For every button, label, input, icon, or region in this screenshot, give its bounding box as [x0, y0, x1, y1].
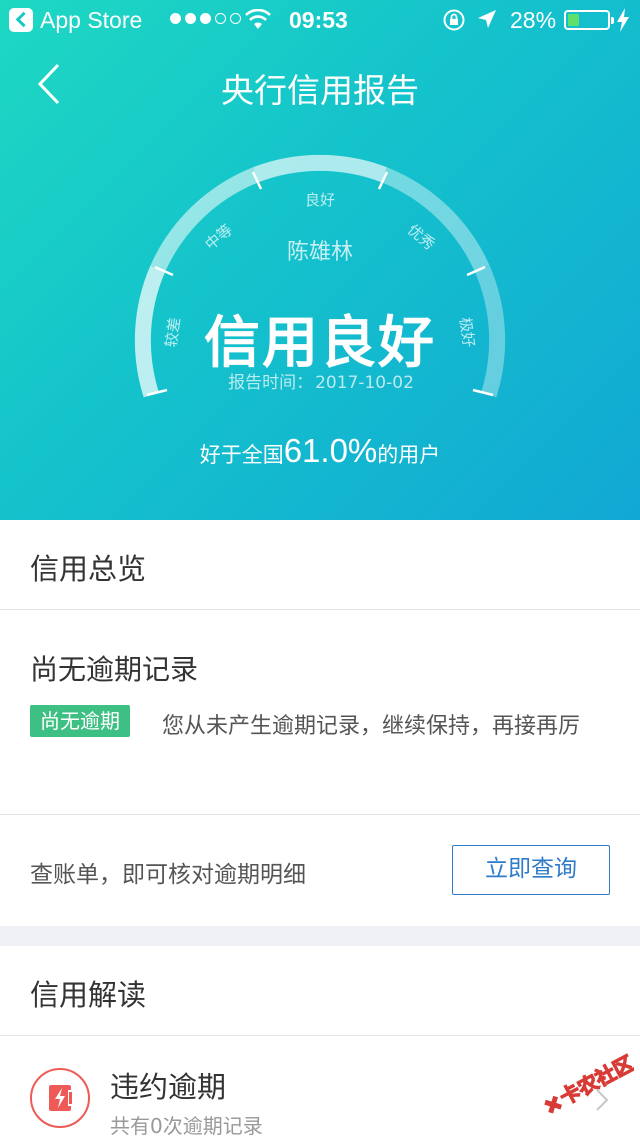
battery-icon [564, 10, 614, 30]
wifi-icon [245, 9, 271, 29]
rotation-lock-icon [443, 9, 465, 31]
credit-status: 信用良好 [204, 311, 436, 376]
overview-title: 信用总览 [30, 552, 147, 586]
rank-text: 好于全国61.0%的用户 [0, 432, 640, 470]
status-bar: App Store 09:53 28% [0, 0, 640, 40]
page-title: 央行信用报告 [221, 71, 419, 110]
divider [0, 609, 640, 610]
watermark-text: 卡农社区 [556, 1051, 634, 1110]
charging-icon [617, 8, 629, 32]
query-now-button[interactable]: 立即查询 [452, 845, 610, 895]
divider [0, 1035, 640, 1036]
list-item-title: 违约逾期 [110, 1070, 227, 1104]
list-item-subtitle: 共有0次逾期记录 [110, 1114, 263, 1136]
battery-percent: 28% [510, 7, 557, 33]
location-icon [478, 10, 496, 28]
divider [0, 814, 640, 815]
status-time: 09:53 [289, 7, 348, 33]
check-bill-text: 查账单，即可核对逾期明细 [30, 862, 306, 888]
watermark-logo: 卡农社区 [544, 1050, 634, 1114]
gauge-label-good: 良好 [305, 191, 335, 209]
signal-icon [170, 13, 241, 24]
report-date-value: 2017-10-02 [315, 373, 414, 393]
interpretation-title: 信用解读 [30, 978, 147, 1012]
overdue-title: 尚无逾期记录 [30, 653, 199, 686]
credit-hero: App Store 09:53 28% 央行信用报告 较差 中等 良好 优秀 极… [0, 0, 640, 520]
rank-prefix: 好于全国 [199, 443, 284, 467]
back-to-app-icon[interactable] [9, 8, 33, 32]
user-name: 陈雄林 [286, 240, 353, 265]
rank-suffix: 的用户 [377, 443, 441, 467]
rank-value: 61.0% [283, 432, 378, 469]
section-gap [0, 926, 640, 946]
overdue-status-badge: 尚无逾期 [30, 705, 130, 737]
report-date: 报告时间： 2017-10-02 [0, 368, 640, 393]
status-app-name[interactable]: App Store [40, 7, 142, 34]
report-date-label: 报告时间： [228, 373, 314, 393]
overdue-card-icon [30, 1068, 90, 1128]
